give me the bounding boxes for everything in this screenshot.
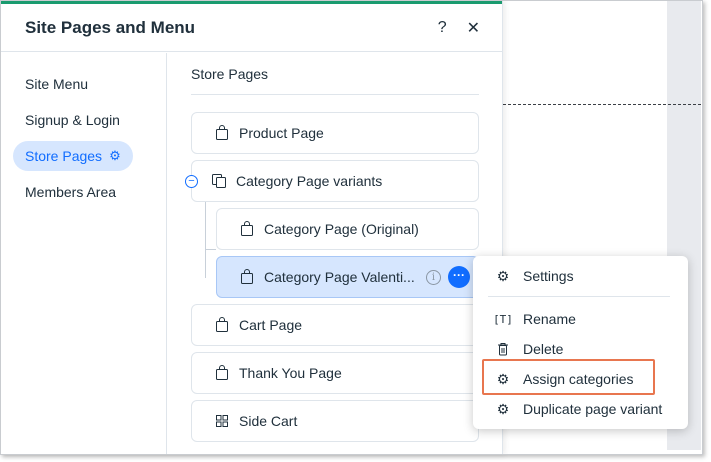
sidebar-item-label: Store Pages — [25, 148, 103, 164]
page-item-thank-you[interactable]: Thank You Page — [191, 352, 479, 394]
sidebar-item-signup-login[interactable]: Signup & Login — [13, 105, 132, 135]
page-item-label: Thank You Page — [239, 365, 342, 381]
sidebar: Site Menu Signup & Login Store Pages ⚙ M… — [0, 53, 167, 455]
page-item-cart[interactable]: Cart Page — [191, 304, 479, 346]
menu-divider — [488, 296, 670, 297]
shopping-bag-icon — [238, 269, 256, 285]
page-item-label: Category Page Valenti... — [264, 269, 415, 285]
close-button[interactable]: ✕ — [467, 18, 480, 38]
sidebar-item-label: Members Area — [25, 184, 117, 200]
sidebar-item-site-menu[interactable]: Site Menu — [13, 69, 100, 99]
menu-item-assign-categories[interactable]: ⚙ Assign categories — [495, 368, 634, 390]
sidebar-item-store-pages[interactable]: Store Pages ⚙ — [13, 141, 133, 171]
menu-item-duplicate-variant[interactable]: ⚙ Duplicate page variant — [495, 398, 663, 420]
grid-icon — [213, 414, 231, 428]
shopping-bag-icon — [213, 125, 231, 141]
gear-icon: ⚙ — [496, 267, 510, 284]
section-title: Store Pages — [191, 53, 479, 95]
page-item-label: Side Cart — [239, 413, 298, 429]
page-item-category-original[interactable]: Category Page (Original) — [216, 208, 479, 250]
page-item-side-cart[interactable]: Side Cart — [191, 400, 479, 442]
gear-icon: ⚙ — [496, 400, 510, 417]
menu-item-label: Duplicate page variant — [523, 401, 663, 417]
help-button[interactable]: ? — [438, 19, 447, 37]
info-icon[interactable]: i — [426, 270, 441, 285]
page-item-label: Category Page variants — [236, 173, 383, 189]
shopping-bag-icon — [213, 365, 231, 381]
tree-line — [205, 249, 216, 250]
collapse-toggle-icon[interactable]: − — [185, 175, 198, 188]
menu-item-label: Settings — [523, 268, 574, 284]
page-item-label: Category Page (Original) — [264, 221, 419, 237]
menu-item-label: Assign categories — [523, 371, 634, 387]
panel-header: Site Pages and Menu ? ✕ — [0, 4, 502, 52]
rename-icon: [T] — [493, 312, 513, 326]
shopping-bag-icon — [213, 317, 231, 333]
menu-item-label: Rename — [523, 311, 576, 327]
canvas-guide-line — [503, 104, 701, 105]
panel-title: Site Pages and Menu — [25, 17, 196, 37]
tree-line — [205, 202, 206, 278]
gear-icon: ⚙ — [496, 370, 510, 387]
menu-item-rename[interactable]: [T] Rename — [493, 308, 576, 330]
gear-icon[interactable]: ⚙ — [109, 148, 121, 164]
store-pages-section: Store Pages — [191, 53, 479, 95]
trash-icon — [495, 342, 511, 356]
page-item-category-variants[interactable]: Category Page variants — [191, 160, 479, 202]
more-actions-button[interactable]: ··· — [448, 266, 470, 288]
shopping-bag-icon — [238, 221, 256, 237]
page-item-product[interactable]: Product Page — [191, 112, 479, 154]
menu-item-delete[interactable]: Delete — [495, 338, 563, 360]
sidebar-item-members-area[interactable]: Members Area — [13, 177, 128, 207]
menu-item-settings[interactable]: ⚙ Settings — [495, 265, 574, 287]
page-item-label: Cart Page — [239, 317, 303, 333]
page-context-menu: ⚙ Settings [T] Rename Delete ⚙ Assign ca… — [473, 256, 688, 429]
copy-pages-icon — [210, 173, 228, 189]
page-item-label: Product Page — [239, 125, 324, 141]
sidebar-item-label: Site Menu — [25, 76, 89, 92]
menu-item-label: Delete — [523, 341, 564, 357]
sidebar-item-label: Signup & Login — [25, 112, 120, 128]
